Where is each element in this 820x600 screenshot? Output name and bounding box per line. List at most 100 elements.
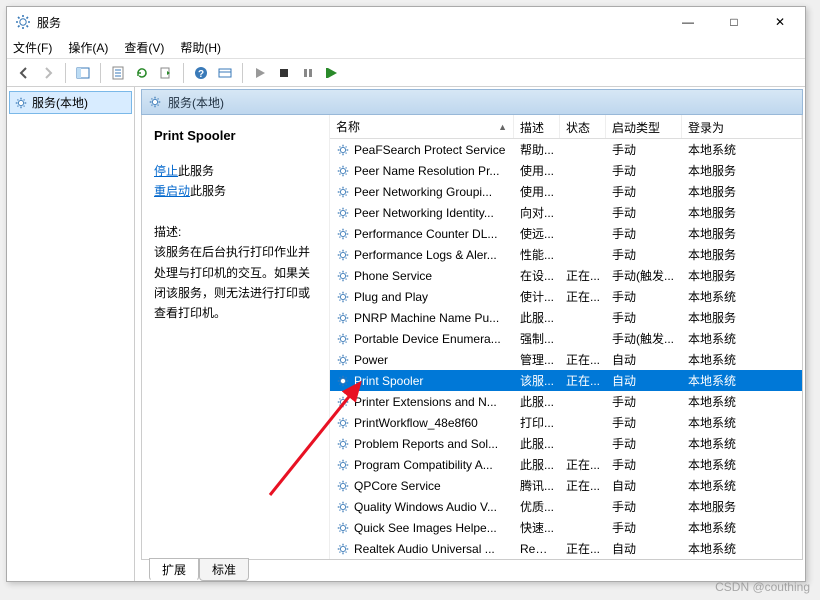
service-logon: 本地服务 xyxy=(682,496,802,517)
service-row[interactable]: QPCore Service腾讯...正在...自动本地系统 xyxy=(330,475,802,496)
service-name: Peer Networking Groupi... xyxy=(354,185,492,199)
refresh-button[interactable] xyxy=(131,62,153,84)
service-startup: 手动 xyxy=(606,454,682,475)
service-status xyxy=(560,148,606,152)
menu-file[interactable]: 文件(F) xyxy=(13,39,52,56)
stop-link[interactable]: 停止 xyxy=(154,164,178,178)
titlebar[interactable]: 服务 — □ ✕ xyxy=(7,7,805,37)
stop-service-button[interactable] xyxy=(273,62,295,84)
gear-icon xyxy=(336,290,350,304)
service-row[interactable]: Performance Counter DL...使远...手动本地服务 xyxy=(330,223,802,244)
service-startup: 自动 xyxy=(606,475,682,496)
menu-help[interactable]: 帮助(H) xyxy=(180,39,221,56)
maximize-button[interactable]: □ xyxy=(711,7,757,37)
service-row[interactable]: Print Spooler该服...正在...自动本地系统 xyxy=(330,370,802,391)
service-name: Problem Reports and Sol... xyxy=(354,437,498,451)
service-row[interactable]: PrintWorkflow_48e8f60打印...手动本地系统 xyxy=(330,412,802,433)
tab-extended[interactable]: 扩展 xyxy=(149,558,199,581)
app-gear-icon xyxy=(15,14,31,30)
service-row[interactable]: Peer Name Resolution Pr...使用...手动本地服务 xyxy=(330,160,802,181)
content-header-label: 服务(本地) xyxy=(168,94,224,111)
service-name: QPCore Service xyxy=(354,479,441,493)
export-button[interactable] xyxy=(155,62,177,84)
service-row[interactable]: PNRP Machine Name Pu...此服...手动本地服务 xyxy=(330,307,802,328)
column-headers[interactable]: 名称▲ 描述 状态 启动类型 登录为 xyxy=(330,115,802,139)
service-startup: 手动 xyxy=(606,244,682,265)
start-service-button[interactable] xyxy=(249,62,271,84)
service-logon: 本地系统 xyxy=(682,286,802,307)
gear-icon xyxy=(336,500,350,514)
service-row[interactable]: Realtek Audio Universal ...Real...正在...自… xyxy=(330,538,802,559)
service-status xyxy=(560,211,606,215)
service-row[interactable]: Phone Service在设...正在...手动(触发...本地服务 xyxy=(330,265,802,286)
gear-icon xyxy=(14,96,28,110)
gear-icon xyxy=(336,416,350,430)
service-row[interactable]: Printer Extensions and N...此服...手动本地系统 xyxy=(330,391,802,412)
back-button[interactable] xyxy=(13,62,35,84)
service-row[interactable]: Peer Networking Identity...向对...手动本地服务 xyxy=(330,202,802,223)
watermark: CSDN @couthing xyxy=(715,580,810,594)
show-hide-tree-button[interactable] xyxy=(72,62,94,84)
service-row[interactable]: Portable Device Enumera...强制...手动(触发...本… xyxy=(330,328,802,349)
restart-service-button[interactable] xyxy=(321,62,343,84)
service-startup: 手动 xyxy=(606,181,682,202)
toolbar-icon[interactable] xyxy=(214,62,236,84)
service-logon: 本地服务 xyxy=(682,244,802,265)
service-row[interactable]: Power管理...正在...自动本地系统 xyxy=(330,349,802,370)
help-button[interactable]: ? xyxy=(190,62,212,84)
service-startup: 手动 xyxy=(606,391,682,412)
col-name[interactable]: 名称▲ xyxy=(330,115,514,138)
toolbar: ? xyxy=(7,59,805,87)
service-row[interactable]: Peer Networking Groupi... 使用... 手动本地服务 xyxy=(330,181,802,202)
tab-standard[interactable]: 标准 xyxy=(199,558,249,581)
service-row[interactable]: Performance Logs & Aler... 性能... 手动本地服务 xyxy=(330,244,802,265)
gear-icon xyxy=(336,437,350,451)
close-button[interactable]: ✕ xyxy=(757,7,803,37)
service-name: PrintWorkflow_48e8f60 xyxy=(354,416,478,430)
service-row[interactable]: Plug and Play使计...正在...手动本地系统 xyxy=(330,286,802,307)
svg-text:?: ? xyxy=(198,69,204,80)
menu-view[interactable]: 查看(V) xyxy=(124,39,164,56)
service-status xyxy=(560,421,606,425)
gear-icon xyxy=(336,269,350,283)
menu-action[interactable]: 操作(A) xyxy=(68,39,108,56)
service-logon: 本地系统 xyxy=(682,538,802,559)
service-name: Realtek Audio Universal ... xyxy=(354,542,495,556)
nav-tree[interactable]: 服务(本地) xyxy=(7,87,135,581)
services-window: 服务 — □ ✕ 文件(F) 操作(A) 查看(V) 帮助(H) ? 服务( xyxy=(6,6,806,582)
service-desc: 帮助... xyxy=(514,139,560,160)
restart-link[interactable]: 重启动 xyxy=(154,184,190,198)
service-desc: 使用... xyxy=(514,181,560,202)
service-row[interactable]: Quick See Images Helpe...快速...手动本地系统 xyxy=(330,517,802,538)
service-status xyxy=(560,316,606,320)
service-row[interactable]: Program Compatibility A...此服...正在...手动本地… xyxy=(330,454,802,475)
service-row[interactable]: Quality Windows Audio V...优质...手动本地服务 xyxy=(330,496,802,517)
service-logon: 本地系统 xyxy=(682,349,802,370)
service-desc: 强制... xyxy=(514,328,560,349)
service-logon: 本地服务 xyxy=(682,160,802,181)
service-name: Performance Logs & Aler... xyxy=(354,248,497,262)
forward-button[interactable] xyxy=(37,62,59,84)
service-desc: 打印... xyxy=(514,412,560,433)
properties-button[interactable] xyxy=(107,62,129,84)
service-row[interactable]: Problem Reports and Sol...此服...手动本地系统 xyxy=(330,433,802,454)
nav-root-item[interactable]: 服务(本地) xyxy=(9,91,132,114)
service-desc: 性能... xyxy=(514,244,560,265)
minimize-button[interactable]: — xyxy=(665,7,711,37)
pause-service-button[interactable] xyxy=(297,62,319,84)
service-list[interactable]: 名称▲ 描述 状态 启动类型 登录为 PeaFSearch Protect Se… xyxy=(330,115,802,559)
service-row[interactable]: PeaFSearch Protect Service帮助...手动本地系统 xyxy=(330,139,802,160)
service-name: Quality Windows Audio V... xyxy=(354,500,497,514)
service-desc: 此服... xyxy=(514,391,560,412)
service-logon: 本地服务 xyxy=(682,181,802,202)
service-logon: 本地系统 xyxy=(682,433,802,454)
sort-asc-icon: ▲ xyxy=(498,122,507,132)
col-startup[interactable]: 启动类型 xyxy=(606,115,682,138)
col-status[interactable]: 状态 xyxy=(560,115,606,138)
col-desc[interactable]: 描述 xyxy=(514,115,560,138)
service-desc: 此服... xyxy=(514,307,560,328)
service-logon: 本地系统 xyxy=(682,139,802,160)
service-name: Portable Device Enumera... xyxy=(354,332,501,346)
service-startup: 手动 xyxy=(606,517,682,538)
col-logon[interactable]: 登录为 xyxy=(682,115,802,138)
